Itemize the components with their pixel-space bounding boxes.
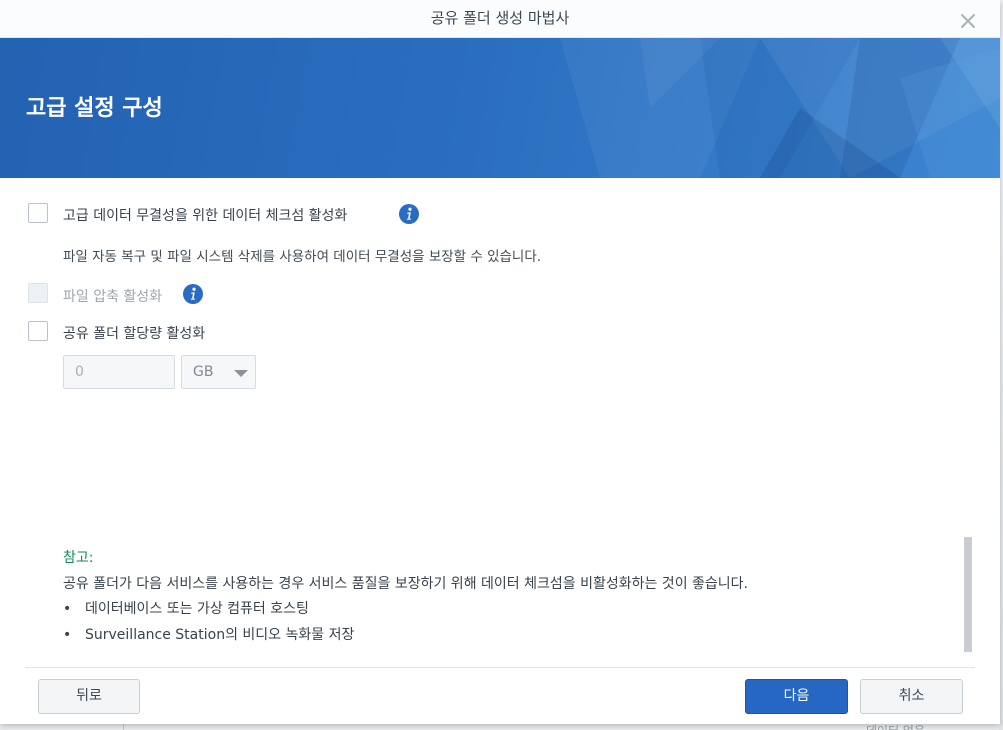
back-button[interactable]: 뒤로: [38, 679, 140, 714]
note-body: 공유 폴더가 다음 서비스를 사용하는 경우 서비스 품질을 보장하기 위해 데…: [63, 576, 748, 592]
bullet-dot: •: [63, 601, 72, 617]
bullet-dot: •: [63, 627, 72, 643]
info-icon: [399, 204, 419, 224]
quota-unit-select[interactable]: GB: [181, 355, 256, 389]
note-title: 참고:: [63, 550, 94, 566]
checksum-checkbox[interactable]: [28, 203, 48, 223]
close-button[interactable]: [958, 8, 978, 28]
note-bullet-text: 데이터베이스 또는 가상 컴퓨터 호스팅: [85, 601, 309, 617]
footer-divider: [25, 667, 975, 668]
close-icon: [961, 14, 975, 28]
compression-label: 파일 압축 활성화: [63, 289, 163, 305]
page-title: 고급 설정 구성: [26, 96, 163, 121]
content-scrollbar[interactable]: [964, 537, 972, 652]
header-banner: 고급 설정 구성: [0, 38, 1000, 178]
compression-checkbox: [28, 283, 48, 303]
checksum-description: 파일 자동 복구 및 파일 시스템 삭제를 사용하여 데이터 무결성을 보장할 …: [63, 249, 542, 265]
note-bullet-text: Surveillance Station의 비디오 녹화물 저장: [85, 627, 355, 643]
info-icon: [183, 284, 203, 304]
dialog-titlebar: 공유 폴더 생성 마법사: [0, 0, 1000, 38]
quota-unit-value: GB: [193, 364, 214, 380]
note-bullet-item: • 데이터베이스 또는 가상 컴퓨터 호스팅: [63, 598, 309, 618]
compression-info-button[interactable]: [183, 284, 203, 304]
quota-checkbox[interactable]: [28, 321, 48, 341]
checksum-info-button[interactable]: [399, 204, 419, 224]
note-bullet-item: • Surveillance Station의 비디오 녹화물 저장: [63, 624, 354, 644]
chevron-down-icon: [234, 370, 248, 377]
quota-label: 공유 폴더 할당량 활성화: [63, 326, 206, 342]
create-shared-folder-wizard: 공유 폴더 생성 마법사 고급 설정 구성 고급 데이터 무결성을 위한 데이터…: [0, 0, 1000, 724]
quota-size-input[interactable]: [63, 355, 175, 389]
checksum-label: 고급 데이터 무결성을 위한 데이터 체크섬 활성화: [63, 208, 348, 224]
dialog-title: 공유 폴더 생성 마법사: [430, 9, 570, 27]
next-button[interactable]: 다음: [745, 679, 848, 714]
cancel-button[interactable]: 취소: [860, 679, 963, 714]
